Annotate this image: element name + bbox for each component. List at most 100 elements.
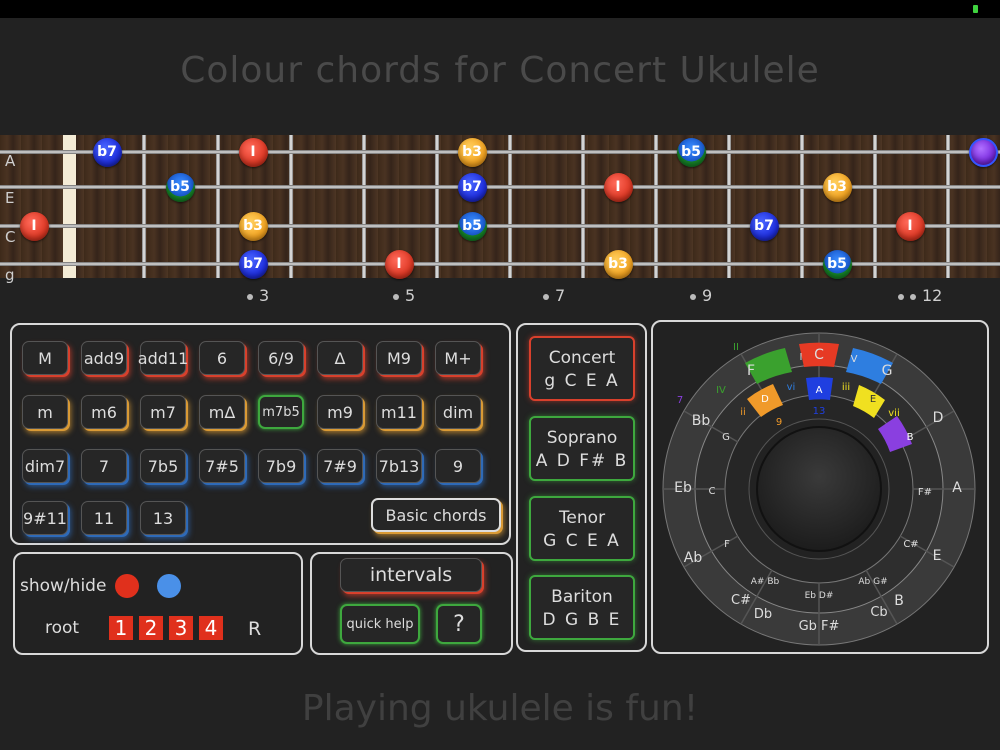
- circle-label: A: [952, 480, 962, 496]
- help-button[interactable]: ?: [436, 604, 482, 644]
- tuning-soprano-button[interactable]: Soprano A D F# B: [529, 416, 635, 481]
- chord-panel: M add9 add11 6 6/9 Δ M9 M+ m m6 m7 mΔ m7…: [10, 323, 511, 545]
- nut: [63, 135, 76, 278]
- tuning-bariton-button[interactable]: Bariton D G B E: [529, 575, 635, 640]
- fret-note[interactable]: b3: [457, 137, 487, 167]
- chord-button[interactable]: add11: [138, 341, 188, 375]
- chord-button[interactable]: m11: [376, 395, 422, 429]
- chord-button[interactable]: m7: [140, 395, 186, 429]
- intervals-button[interactable]: intervals: [340, 558, 482, 592]
- circle-label: G: [882, 363, 893, 379]
- circle-label: B: [894, 593, 904, 609]
- fret: [216, 135, 220, 278]
- fret: [435, 135, 439, 278]
- fret: [727, 135, 731, 278]
- fret: [654, 135, 658, 278]
- roman-numeral: 13: [813, 406, 826, 417]
- fret-note[interactable]: b5: [822, 249, 852, 279]
- chord-button[interactable]: 11: [81, 501, 127, 535]
- fret-marker: 5: [393, 286, 415, 305]
- chord-button[interactable]: 13: [140, 501, 186, 535]
- string-c: [0, 224, 1000, 228]
- chord-button[interactable]: M: [22, 341, 68, 375]
- string-label: C: [5, 228, 16, 246]
- fret-note[interactable]: b7: [238, 249, 268, 279]
- circle-inner-label: B: [907, 432, 914, 443]
- chord-button[interactable]: 9#11: [22, 501, 68, 535]
- fret-note[interactable]: b3: [822, 172, 852, 202]
- chord-button[interactable]: 7b5: [140, 449, 186, 483]
- roman-numeral: vi: [787, 382, 796, 393]
- fret-note[interactable]: b7: [457, 172, 487, 202]
- tuning-tenor-button[interactable]: Tenor G C E A: [529, 496, 635, 561]
- circle-label: C#: [731, 593, 751, 608]
- fret-note[interactable]: I: [19, 211, 49, 241]
- chord-button-selected[interactable]: m7b5: [258, 395, 304, 429]
- roman-numeral: I: [800, 352, 803, 363]
- string-label: g: [5, 266, 15, 284]
- fret-note[interactable]: b5: [165, 172, 195, 202]
- fret-note[interactable]: b3: [238, 211, 268, 241]
- chord-button[interactable]: 7: [81, 449, 127, 483]
- chord-button[interactable]: Δ: [317, 341, 363, 375]
- circle-label: Db: [754, 607, 772, 622]
- chord-button[interactable]: dim: [435, 395, 481, 429]
- chord-button[interactable]: 7#9: [317, 449, 363, 483]
- roman-numeral: II: [733, 342, 739, 353]
- root-r-button[interactable]: R: [248, 618, 261, 640]
- tuning-concert-button[interactable]: Concert g C E A: [529, 336, 635, 401]
- fret: [873, 135, 877, 278]
- chord-button[interactable]: 6/9: [258, 341, 304, 375]
- chord-button[interactable]: 7#5: [199, 449, 245, 483]
- fret-note[interactable]: b5: [676, 137, 706, 167]
- fret-note[interactable]: I: [384, 249, 414, 279]
- chord-button[interactable]: 7b13: [376, 449, 422, 483]
- fret: [581, 135, 585, 278]
- chord-button[interactable]: dim7: [22, 449, 68, 483]
- circle-inner-label: Ab G#: [858, 577, 887, 587]
- chord-button[interactable]: mΔ: [199, 395, 245, 429]
- fret-marker: 7: [543, 286, 565, 305]
- status-bar: [0, 0, 1000, 18]
- roman-numeral: 7: [677, 395, 683, 406]
- root-string-1-button[interactable]: 1: [109, 616, 133, 640]
- chord-button[interactable]: M9: [376, 341, 422, 375]
- circle-of-fifths[interactable]: C G D A E B Ab Eb Bb F Gb F# Db Cb C# A …: [653, 322, 987, 652]
- circle-label: Cb: [870, 605, 887, 620]
- fret-note[interactable]: b7: [749, 211, 779, 241]
- root-string-3-button[interactable]: 3: [169, 616, 193, 640]
- chord-button[interactable]: m6: [81, 395, 127, 429]
- red-toggle-icon[interactable]: [115, 574, 139, 598]
- fret-note[interactable]: b5: [457, 211, 487, 241]
- fret: [362, 135, 366, 278]
- blue-toggle-icon[interactable]: [157, 574, 181, 598]
- chord-button[interactable]: 9: [435, 449, 481, 483]
- fret: [289, 135, 293, 278]
- circle-inner-label: C: [709, 486, 716, 497]
- quick-help-button[interactable]: quick help: [340, 604, 420, 644]
- chord-button[interactable]: 6: [199, 341, 245, 375]
- fret-note[interactable]: I: [238, 137, 268, 167]
- chord-button[interactable]: m9: [317, 395, 363, 429]
- fret-marker: 3: [247, 286, 269, 305]
- basic-chords-button[interactable]: Basic chords: [371, 498, 501, 532]
- show-hide-label: show/hide: [20, 576, 107, 596]
- fret-note[interactable]: I: [895, 211, 925, 241]
- fret-note[interactable]: b7: [92, 137, 122, 167]
- circle-inner-label: C#: [903, 539, 918, 550]
- root-string-2-button[interactable]: 2: [139, 616, 163, 640]
- fret-note-empty[interactable]: [968, 137, 998, 167]
- chord-button[interactable]: M+: [435, 341, 481, 375]
- chord-button[interactable]: m: [22, 395, 68, 429]
- chord-button[interactable]: 7b9: [258, 449, 304, 483]
- fret-note[interactable]: b3: [603, 249, 633, 279]
- circle-inner-label: D: [761, 394, 769, 405]
- root-string-4-button[interactable]: 4: [199, 616, 223, 640]
- fret-marker: 12: [898, 286, 942, 305]
- fret: [142, 135, 146, 278]
- fret-marker: 9: [690, 286, 712, 305]
- chord-button[interactable]: add9: [81, 341, 127, 375]
- circle-label: Bb: [692, 413, 711, 429]
- fret-note[interactable]: I: [603, 172, 633, 202]
- roman-numeral: IV: [716, 385, 726, 396]
